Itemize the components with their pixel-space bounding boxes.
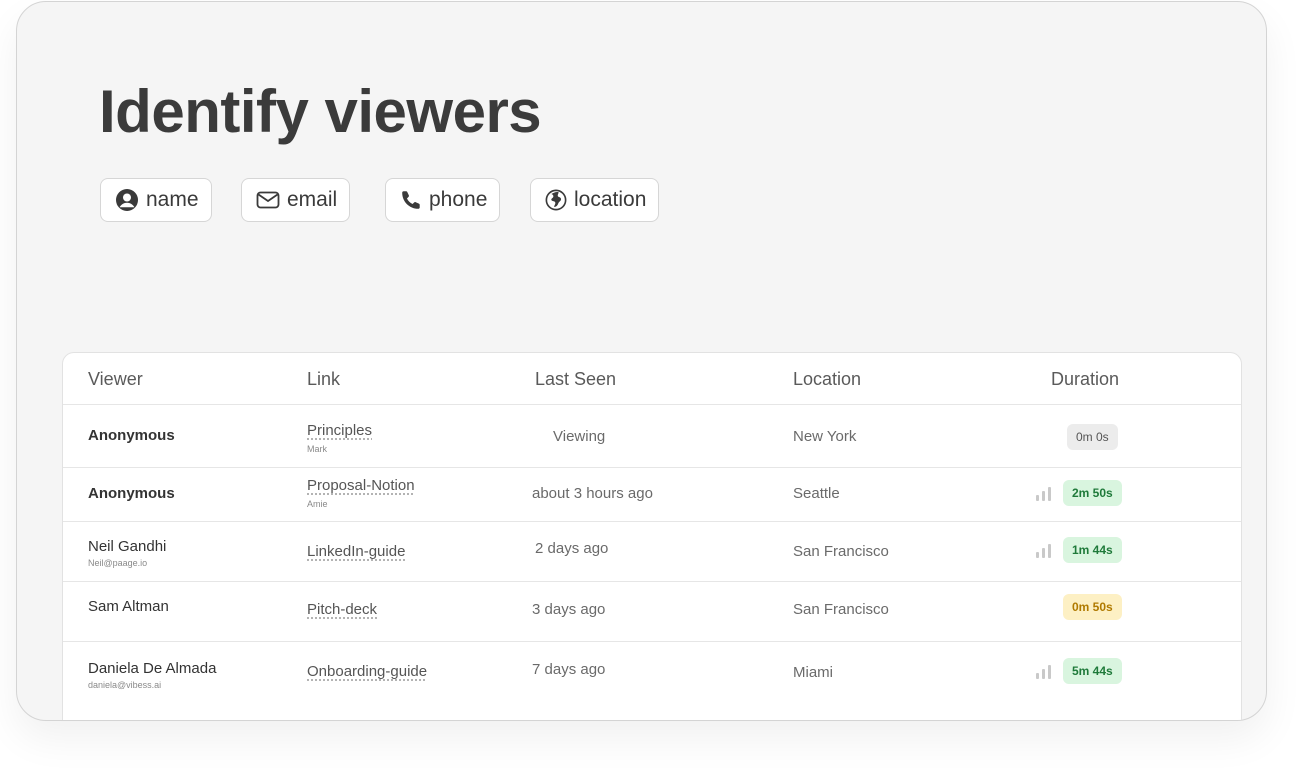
signal-bars-icon — [1036, 487, 1052, 501]
last-seen: 2 days ago — [535, 540, 609, 557]
main-card: Identify viewers name email phone locati… — [16, 1, 1267, 721]
viewer-name: Daniela De Almada — [88, 660, 217, 677]
last-seen: about 3 hours ago — [532, 485, 653, 502]
chip-email[interactable]: email — [241, 178, 351, 222]
last-seen: Viewing — [553, 428, 606, 445]
viewer-email: Neil@paage.io — [88, 558, 148, 568]
chip-label: email — [287, 188, 338, 211]
link-owner: Mark — [307, 444, 327, 454]
link-cell: LinkedIn-guide — [307, 543, 405, 560]
duration-badge: 5m 44s — [1063, 658, 1122, 684]
table-header: Viewer Link Last Seen Location Duration — [63, 353, 1241, 405]
location: San Francisco — [793, 601, 889, 618]
viewer-name: Anonymous — [88, 427, 175, 444]
signal-bars-icon — [1036, 665, 1052, 679]
table-row[interactable]: Anonymous Principles Mark Viewing New Yo… — [63, 405, 1241, 468]
link-owner: Amie — [307, 499, 328, 509]
viewer-cell: Daniela De Almada daniela@vibess.ai — [88, 660, 216, 690]
user-circle-icon — [115, 188, 146, 212]
table-row[interactable]: Neil Gandhi Neil@paage.io LinkedIn-guide… — [63, 522, 1241, 582]
link-cell: Onboarding-guide — [307, 663, 427, 680]
location: Miami — [793, 664, 833, 681]
table-row[interactable]: Sam Altman Pitch-deck 3 days ago San Fra… — [63, 582, 1241, 642]
viewer-cell: Anonymous — [88, 485, 175, 502]
location: San Francisco — [793, 543, 889, 560]
link-cell: Proposal-Notion Amie — [307, 477, 415, 509]
duration-badge: 1m 44s — [1063, 537, 1122, 563]
viewer-name: Anonymous — [88, 485, 175, 502]
globe-icon — [545, 189, 574, 211]
document-link[interactable]: Onboarding-guide — [307, 663, 427, 680]
location: Seattle — [793, 485, 840, 502]
header-last-seen: Last Seen — [535, 369, 617, 389]
document-link[interactable]: Principles — [307, 422, 372, 439]
link-cell: Principles Mark — [307, 422, 372, 454]
header-link: Link — [307, 369, 341, 389]
chip-name[interactable]: name — [100, 178, 212, 222]
signal-bars-icon — [1036, 544, 1052, 558]
header-location: Location — [793, 369, 862, 389]
chip-label: location — [574, 188, 647, 211]
duration-badge: 0m 50s — [1063, 594, 1122, 620]
viewer-cell: Sam Altman — [88, 598, 169, 615]
viewer-name: Neil Gandhi — [88, 538, 167, 555]
table-row[interactable]: Daniela De Almada daniela@vibess.ai Onbo… — [63, 642, 1241, 720]
document-link[interactable]: Pitch-deck — [307, 601, 377, 618]
envelope-icon — [256, 190, 287, 210]
duration-badge: 2m 50s — [1063, 480, 1122, 506]
phone-icon — [400, 189, 429, 211]
table-row[interactable]: Anonymous Proposal-Notion Amie about 3 h… — [63, 468, 1241, 522]
chip-label: name — [146, 188, 199, 211]
link-cell: Pitch-deck — [307, 601, 377, 618]
document-link[interactable]: Proposal-Notion — [307, 477, 415, 494]
viewer-cell: Anonymous — [88, 427, 175, 444]
viewers-table: Viewer Link Last Seen Location Duration … — [62, 352, 1242, 720]
chip-location[interactable]: location — [530, 178, 660, 222]
chip-phone[interactable]: phone — [385, 178, 501, 222]
last-seen: 3 days ago — [532, 601, 606, 618]
location: New York — [793, 428, 857, 445]
page-title: Identify viewers — [99, 78, 542, 145]
header-viewer: Viewer — [88, 369, 143, 389]
viewer-name: Sam Altman — [88, 598, 169, 615]
duration-badge: 0m 0s — [1067, 424, 1118, 450]
document-link[interactable]: LinkedIn-guide — [307, 543, 405, 560]
chip-label: phone — [429, 188, 488, 211]
header-duration: Duration — [1051, 369, 1120, 389]
viewer-cell: Neil Gandhi Neil@paage.io — [88, 538, 166, 568]
viewer-email: daniela@vibess.ai — [88, 680, 162, 690]
last-seen: 7 days ago — [532, 661, 606, 678]
